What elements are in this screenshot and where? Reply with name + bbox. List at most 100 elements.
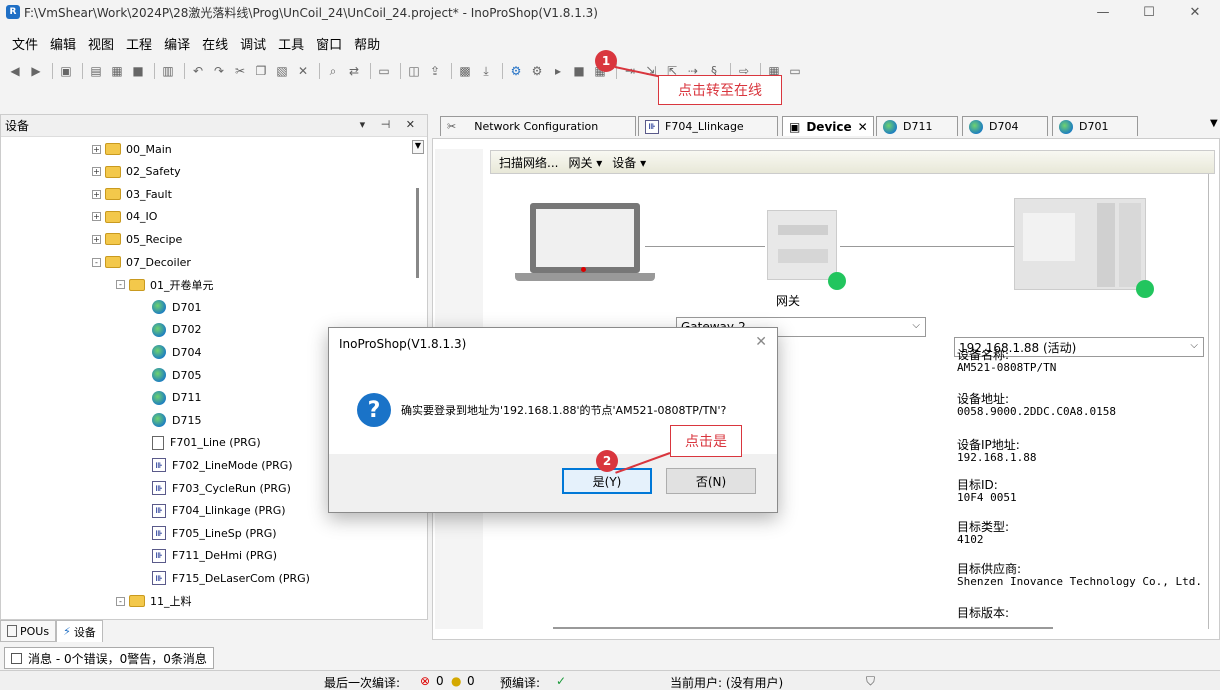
- find-icon[interactable]: ⌕: [324, 62, 342, 80]
- logout-icon[interactable]: ⚙: [528, 62, 546, 80]
- tree-item[interactable]: ⊪ F705_LineSp (PRG): [152, 522, 277, 544]
- tree-item[interactable]: - 01_开卷单元: [116, 274, 214, 296]
- redo-icon[interactable]: ↷: [210, 62, 228, 80]
- tab-devices[interactable]: ⚡ 设备: [56, 620, 103, 642]
- maximize-button[interactable]: ☐: [1126, 0, 1172, 24]
- menu-project[interactable]: 工程: [126, 34, 152, 53]
- menu-debug[interactable]: 调试: [240, 34, 266, 53]
- tree-item[interactable]: ⊪ F703_CycleRun (PRG): [152, 477, 291, 499]
- tab-f704-llinkage[interactable]: ⊪ F704_Llinkage: [638, 116, 778, 136]
- tree-item[interactable]: +03_Fault: [92, 183, 172, 205]
- tab-pous[interactable]: POUs: [0, 620, 57, 642]
- tree-item-label: F705_LineSp (PRG): [172, 526, 277, 540]
- tree-item[interactable]: +04_IO: [92, 206, 157, 228]
- forward-icon[interactable]: ▶: [27, 62, 45, 80]
- device-menu[interactable]: 设备 ▾: [612, 154, 646, 171]
- tab-d704[interactable]: D704: [962, 116, 1048, 136]
- computer-icon: [530, 203, 640, 273]
- collapse-icon[interactable]: -: [92, 257, 101, 267]
- device-globe-icon: [152, 322, 166, 337]
- messages-tab[interactable]: 消息 - 0个错误，0警告，0条消息: [4, 647, 214, 669]
- print-icon[interactable]: ▥: [159, 62, 177, 80]
- expand-icon[interactable]: +: [92, 144, 101, 154]
- menu-window[interactable]: 窗口: [316, 34, 342, 53]
- menu-edit[interactable]: 编辑: [50, 34, 76, 53]
- annotation-callout-1: 点击转至在线: [658, 75, 782, 105]
- tree-item[interactable]: D702: [152, 319, 201, 341]
- panel-controls[interactable]: ▾ ⊣ ✕: [360, 118, 421, 131]
- editor-vscroll[interactable]: [1208, 159, 1214, 629]
- dialog-close-icon[interactable]: ✕: [755, 334, 767, 350]
- tree-item[interactable]: D701: [152, 296, 201, 318]
- globe-icon: [883, 119, 897, 134]
- folder-icon: [105, 256, 121, 268]
- tree-item[interactable]: D715: [152, 409, 201, 431]
- tab-close-icon[interactable]: ✕: [858, 120, 868, 134]
- tab-d701[interactable]: D701: [1052, 116, 1138, 136]
- tree-item[interactable]: ⊪ F702_LineMode (PRG): [152, 454, 293, 476]
- program-icon: ⊪: [152, 503, 166, 518]
- dialog-message: 确实要登录到地址为'192.168.1.88'的节点'AM521-0808TP/…: [401, 404, 727, 417]
- menu-help[interactable]: 帮助: [354, 34, 380, 53]
- tree-item[interactable]: ⊪ F711_DeHmi (PRG): [152, 545, 277, 567]
- paste-icon[interactable]: ▧: [273, 62, 291, 80]
- back-icon[interactable]: ◀: [6, 62, 24, 80]
- expand-icon[interactable]: +: [92, 234, 101, 244]
- add-object-icon[interactable]: ◫: [405, 62, 423, 80]
- close-button[interactable]: ✕: [1172, 0, 1218, 24]
- expand-icon[interactable]: +: [92, 212, 101, 222]
- run-icon[interactable]: ▸: [549, 62, 567, 80]
- tree-item[interactable]: D705: [152, 364, 201, 386]
- expand-icon[interactable]: +: [92, 189, 101, 199]
- tree-item[interactable]: F701_Line (PRG): [152, 432, 261, 454]
- tree-item[interactable]: +00_Main: [92, 138, 172, 160]
- tree-item[interactable]: - 07_Decoiler: [92, 251, 191, 273]
- collapse-icon[interactable]: -: [116, 280, 125, 290]
- tabs-overflow-icon[interactable]: ▼: [1210, 118, 1218, 129]
- scan-network-button[interactable]: 扫描网络...: [499, 154, 558, 171]
- folder-icon: [129, 595, 145, 607]
- tab-d711[interactable]: D711: [876, 116, 958, 136]
- tree-item-label: 03_Fault: [126, 187, 172, 201]
- download-icon[interactable]: ⤓: [477, 62, 495, 80]
- scroll-down-icon[interactable]: ▼: [412, 140, 424, 154]
- tree-item[interactable]: +02_Safety: [92, 161, 181, 183]
- menu-view[interactable]: 视图: [88, 34, 114, 53]
- tree-item[interactable]: D704: [152, 341, 201, 363]
- undo-icon[interactable]: ↶: [189, 62, 207, 80]
- tab-network-configuration[interactable]: ✂ Network Configuration: [440, 116, 636, 136]
- open-icon[interactable]: ▦: [108, 62, 126, 80]
- tree-item[interactable]: ⊪ F715_DeLaserCom (PRG): [152, 567, 310, 589]
- menu-tools[interactable]: 工具: [278, 34, 304, 53]
- stop-icon[interactable]: ■: [570, 62, 588, 80]
- tree-item[interactable]: - 11_上料: [116, 590, 192, 612]
- editor-hscroll[interactable]: [553, 627, 1053, 629]
- menu-file[interactable]: 文件: [12, 34, 38, 53]
- new-file-icon[interactable]: ▤: [87, 62, 105, 80]
- tab-device[interactable]: ▣ Device ✕: [782, 116, 874, 136]
- tree-item-label: 05_Recipe: [126, 232, 183, 246]
- monitor-icon[interactable]: ▭: [786, 62, 804, 80]
- new-project-icon[interactable]: ▣: [57, 62, 75, 80]
- scroll-thumb[interactable]: [416, 188, 419, 278]
- expand-icon[interactable]: +: [92, 167, 101, 177]
- tree-item[interactable]: +05_Recipe: [92, 228, 182, 250]
- menu-online[interactable]: 在线: [202, 34, 228, 53]
- delete-icon[interactable]: ✕: [294, 62, 312, 80]
- copy-icon[interactable]: ❐: [252, 62, 270, 80]
- tree-item[interactable]: ⊪ F704_Llinkage (PRG): [152, 500, 286, 522]
- menu-build[interactable]: 编译: [164, 34, 190, 53]
- layout-icon[interactable]: ▭: [375, 62, 393, 80]
- cut-icon[interactable]: ✂: [231, 62, 249, 80]
- minimize-button[interactable]: —: [1080, 0, 1126, 24]
- gateway-menu[interactable]: 网关 ▾: [568, 154, 602, 171]
- export-icon[interactable]: ⇪: [426, 62, 444, 80]
- replace-icon[interactable]: ⇄: [345, 62, 363, 80]
- build-icon[interactable]: ▩: [456, 62, 474, 80]
- collapse-icon[interactable]: -: [116, 596, 125, 606]
- no-button[interactable]: 否(N): [666, 468, 756, 494]
- save-icon[interactable]: ■: [129, 62, 147, 80]
- shield-icon: ⛉: [866, 674, 876, 688]
- login-online-icon[interactable]: ⚙: [507, 62, 525, 80]
- tree-item[interactable]: D711: [152, 387, 201, 409]
